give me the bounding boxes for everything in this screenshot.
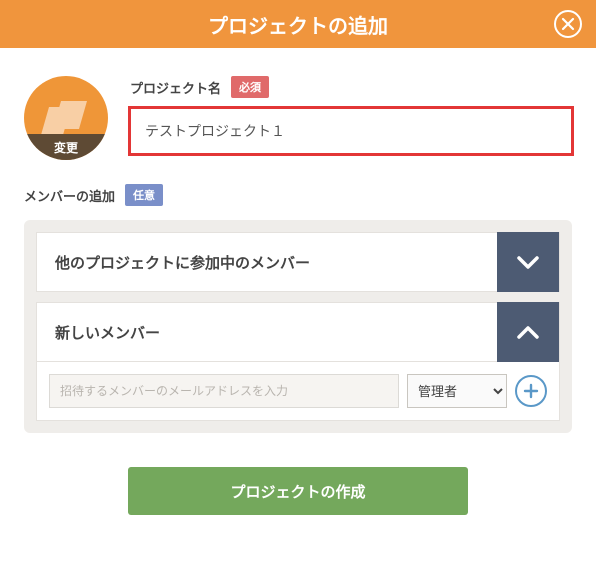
- new-members-title: 新しいメンバー: [55, 322, 497, 343]
- modal-header: プロジェクトの追加: [0, 0, 596, 48]
- change-avatar-button[interactable]: 変更: [24, 134, 108, 160]
- new-members-accordion: 新しいメンバー: [36, 302, 560, 362]
- other-project-members-accordion: 他のプロジェクトに参加中のメンバー: [36, 232, 560, 292]
- members-label: メンバーの追加: [24, 186, 115, 205]
- project-name-label-row: プロジェクト名 必須: [130, 76, 572, 98]
- add-member-button[interactable]: [515, 375, 547, 407]
- add-project-modal: プロジェクトの追加 変更 プロジェクト名 必須: [0, 0, 596, 545]
- project-basic-row: 変更 プロジェクト名 必須: [24, 76, 572, 160]
- invite-member-row: 管理者: [36, 362, 560, 421]
- modal-body: 変更 プロジェクト名 必須 メンバーの追加 任意 他のプロジェクトに参加中のメン…: [0, 48, 596, 545]
- invite-role-select[interactable]: 管理者: [407, 374, 507, 408]
- project-name-field: プロジェクト名 必須: [130, 76, 572, 154]
- members-header: メンバーの追加 任意: [24, 184, 572, 206]
- plus-icon: [523, 383, 539, 399]
- required-badge: 必須: [231, 76, 269, 98]
- project-name-input[interactable]: [130, 108, 572, 154]
- members-panel: 他のプロジェクトに参加中のメンバー 新しいメンバー 管理者: [24, 220, 572, 433]
- other-members-toggle[interactable]: [497, 232, 559, 292]
- other-members-title: 他のプロジェクトに参加中のメンバー: [55, 252, 497, 273]
- invite-email-input[interactable]: [49, 374, 399, 408]
- project-name-label: プロジェクト名: [130, 78, 221, 97]
- modal-title: プロジェクトの追加: [208, 10, 388, 39]
- change-avatar-label: 変更: [54, 139, 78, 156]
- avatar-container: 変更: [24, 76, 108, 160]
- chevron-up-icon: [515, 319, 541, 345]
- close-icon: [561, 17, 575, 31]
- chevron-down-icon: [515, 249, 541, 275]
- optional-badge: 任意: [125, 184, 163, 206]
- close-button[interactable]: [554, 10, 582, 38]
- new-members-toggle[interactable]: [497, 302, 559, 362]
- create-project-button[interactable]: プロジェクトの作成: [128, 467, 468, 515]
